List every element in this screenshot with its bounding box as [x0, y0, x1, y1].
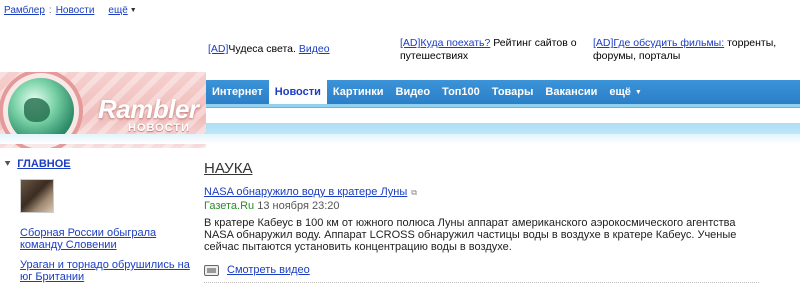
article-title-link[interactable]: NASA обнаружило воду в кратере Луны [204, 186, 407, 198]
more-dropdown[interactable]: ещё ▼ [108, 5, 136, 16]
divider [204, 282, 759, 283]
ad-strip: [AD]Чудеса света. Видео [AD]Куда поехать… [0, 37, 800, 67]
ad-text: Чудеса света. [228, 43, 296, 55]
menu-item-top100[interactable]: Топ100 [436, 80, 486, 104]
ad-tag[interactable]: [AD] [208, 43, 228, 55]
external-link-icon: ⧉ [411, 188, 417, 197]
ad-tag[interactable]: [AD] [400, 37, 420, 49]
chevron-down-icon: ▼ [129, 7, 137, 14]
section-title[interactable]: НАУКА [204, 160, 774, 177]
watch-video[interactable]: Смотреть видео [204, 264, 774, 276]
more-link[interactable]: ещё [108, 5, 127, 16]
sidebar-heading: ⯆ ГЛАВНОЕ [4, 158, 196, 170]
news-link[interactable]: Новости [56, 5, 95, 16]
ad-link[interactable]: Куда поехать? [420, 37, 490, 49]
ad-item: [AD]Куда поехать? Рейтинг сайтов о путеш… [400, 37, 580, 63]
site-header: Rambler НОВОСТИ Интернет Новости Картинк… [0, 72, 800, 148]
ad-link[interactable]: Видео [299, 43, 330, 55]
menu-item-goods[interactable]: Товары [486, 80, 540, 104]
article-meta: Газета.Ru 13 ноября 23:20 [204, 200, 774, 212]
rambler-link[interactable]: Рамблер [4, 5, 45, 16]
news-thumbnail[interactable] [20, 179, 54, 213]
search-input[interactable] [206, 107, 800, 123]
header-divider [0, 134, 800, 144]
breadcrumb-separator: : [48, 5, 52, 16]
menu-item-more[interactable]: ещё ▼ [603, 80, 647, 104]
main-menu: Интернет Новости Картинки Видео Топ100 Т… [206, 80, 800, 104]
ad-item: [AD]Чудеса света. Видео [208, 43, 330, 56]
sidebar-news-link[interactable]: Ураган и торнадо обрушились на юг Британ… [20, 259, 196, 283]
menu-more-label: ещё [609, 86, 631, 98]
main-news-heading[interactable]: ГЛАВНОЕ [17, 158, 70, 170]
ad-item: [AD]Где обсудить фильмы: торренты, форум… [593, 37, 783, 63]
menu-item-internet[interactable]: Интернет [206, 80, 269, 104]
article-source[interactable]: Газета.Ru [204, 200, 254, 212]
search-bar [206, 104, 800, 134]
video-camera-icon [204, 264, 219, 276]
double-chevron-down-icon[interactable]: ⯆ [4, 159, 11, 170]
article-body: В кратере Кабеус в 100 км от южного полю… [204, 217, 737, 253]
ad-link[interactable]: Где обсудить фильмы: [613, 37, 724, 49]
globe-land [24, 98, 50, 122]
menu-item-images[interactable]: Картинки [327, 80, 390, 104]
watch-video-link[interactable]: Смотреть видео [227, 264, 310, 276]
main-content: НАУКА NASA обнаружило воду в кратере Лун… [204, 160, 774, 283]
sidebar: ⯆ ГЛАВНОЕ Сборная России обыграла команд… [4, 158, 196, 283]
article-date: 13 ноября 23:20 [257, 200, 340, 212]
ad-tag[interactable]: [AD] [593, 37, 613, 49]
top-navigation: Рамблер : Новости ещё ▼ [4, 5, 137, 16]
menu-item-news[interactable]: Новости [268, 80, 327, 104]
menu-item-jobs[interactable]: Вакансии [539, 80, 603, 104]
brand-subtitle: НОВОСТИ [128, 122, 191, 134]
brand-name[interactable]: Rambler [98, 94, 199, 125]
sidebar-news-link[interactable]: Сборная России обыграла команду Словении [20, 227, 196, 251]
menu-item-video[interactable]: Видео [390, 80, 437, 104]
chevron-down-icon: ▼ [634, 88, 642, 96]
